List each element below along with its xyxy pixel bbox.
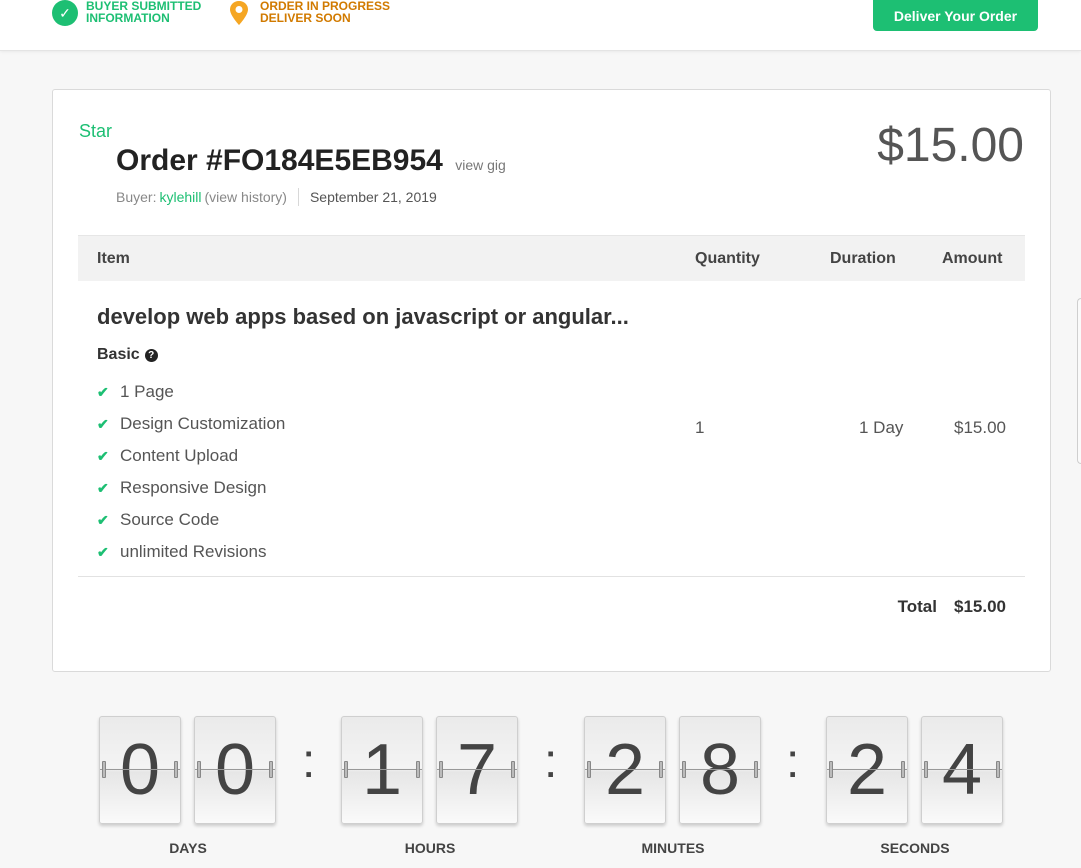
status-step-label: ORDER IN PROGRESS DELIVER SOON	[260, 0, 391, 25]
list-item: ✔ Content Upload	[97, 446, 239, 465]
column-header-item: Item	[97, 250, 130, 267]
column-header-amount: Amount	[942, 250, 1003, 267]
check-circle-icon: ✓	[52, 0, 78, 26]
list-item: ✔ Design Customization	[97, 414, 286, 433]
divider	[297, 188, 299, 206]
check-icon: ✔	[97, 447, 109, 464]
view-history-link[interactable]: (view history)	[204, 189, 286, 205]
check-icon: ✔	[97, 383, 109, 400]
countdown-separator: :	[786, 735, 800, 788]
side-panel-handle[interactable]	[1077, 298, 1081, 464]
status-step-order-in-progress: ORDER IN PROGRESS DELIVER SOON	[226, 0, 390, 26]
order-price: $15.00	[877, 119, 1024, 172]
countdown-digit: 1	[341, 716, 423, 824]
column-header-quantity: Quantity	[695, 250, 760, 267]
countdown-digit: 8	[679, 716, 761, 824]
feature-list: ✔ 1 Page ✔ Design Customization ✔ Content U…	[97, 376, 285, 568]
check-icon: ✔	[97, 479, 109, 496]
list-item: ✔ Source Code	[97, 510, 220, 529]
view-gig-link[interactable]: view gig	[455, 157, 506, 173]
question-icon[interactable]: ?	[144, 348, 158, 362]
check-icon: ✔	[97, 415, 109, 432]
order-title: Order #FO184E5EB954 view gig	[116, 144, 506, 178]
amount-value: $15.00	[954, 418, 1006, 437]
table-header: Item Quantity Duration Amount	[78, 235, 1025, 281]
countdown-separator: :	[544, 735, 558, 788]
countdown-digit: 2	[826, 716, 908, 824]
countdown-digit: 0	[99, 716, 181, 824]
buyer-info: Buyer: kylehill (view history) September…	[116, 188, 437, 206]
total-row: Total $15.00	[898, 597, 1006, 617]
countdown-unit-seconds: SECONDS	[880, 840, 950, 856]
check-icon: ✔	[97, 511, 109, 528]
status-step-buyer-submitted: ✓ BUYER SUBMITTED INFORMATION	[52, 0, 201, 26]
buyer-name-link[interactable]: kylehill	[159, 189, 201, 205]
duration-value: 1 Day	[859, 418, 904, 437]
total-label: Total	[897, 597, 937, 616]
countdown-digit: 0	[194, 716, 276, 824]
star-label[interactable]: Star	[79, 121, 112, 142]
countdown-digit: 4	[921, 716, 1003, 824]
column-header-duration: Duration	[830, 250, 896, 267]
countdown-digit: 2	[584, 716, 666, 824]
countdown-separator: :	[302, 735, 316, 788]
list-item: ✔ unlimited Revisions	[97, 542, 267, 561]
buyer-label: Buyer:	[116, 189, 157, 205]
order-status-bar: ✓ BUYER SUBMITTED INFORMATION ORDER IN P…	[0, 0, 1081, 51]
package-name: Basic ?	[97, 346, 158, 364]
location-pin-icon	[226, 0, 252, 26]
deliver-order-button[interactable]: Deliver Your Order	[873, 0, 1038, 31]
total-value: $15.00	[954, 597, 1006, 616]
countdown-unit-days: DAYS	[169, 840, 207, 856]
countdown-unit-minutes: MINUTES	[641, 840, 705, 856]
order-card: Star Order #FO184E5EB954 view gig Buyer:…	[52, 89, 1051, 672]
quantity-value: 1	[695, 418, 705, 437]
item-title: develop web apps based on javascript or …	[97, 304, 629, 329]
order-date: September 21, 2019	[309, 189, 437, 205]
divider	[78, 576, 1025, 577]
countdown-digit: 7	[436, 716, 518, 824]
order-number: Order #FO184E5EB954	[116, 144, 443, 177]
list-item: ✔ Responsive Design	[97, 478, 267, 497]
list-item: ✔ 1 Page	[97, 382, 174, 401]
status-step-label: BUYER SUBMITTED INFORMATION	[86, 0, 202, 25]
check-icon: ✔	[97, 543, 109, 560]
countdown-unit-hours: HOURS	[404, 840, 456, 856]
